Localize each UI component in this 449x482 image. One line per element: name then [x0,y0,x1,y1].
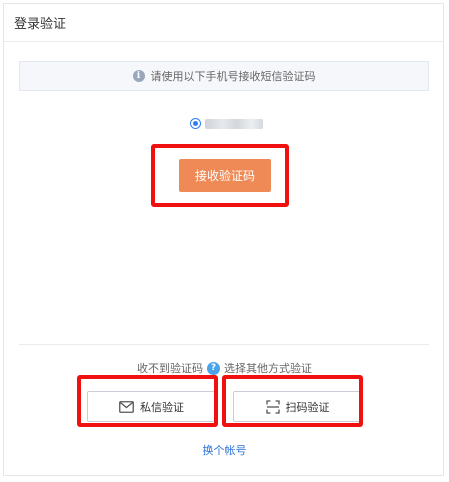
phone-radio[interactable] [190,118,201,129]
divider [19,344,429,345]
highlight-scan [222,375,363,427]
info-icon: i [132,70,145,82]
sms-notice-text: 请使用以下手机号接收短信验证码 [150,70,316,83]
switch-account-link[interactable]: 换个帐号 [4,442,443,458]
radio-dot [193,121,198,126]
no-code-text: 收不到验证码 [137,362,203,375]
dialog-title: 登录验证 [14,17,67,32]
help-icon[interactable]: ? [207,361,220,375]
masked-phone-number [205,118,263,129]
sms-notice: i 请使用以下手机号接收短信验证码 [19,61,429,91]
phone-option[interactable] [190,118,263,129]
highlight-private-message [77,375,218,427]
dialog-header: 登录验证 [4,4,443,42]
alternative-methods-prompt: 收不到验证码 ? 选择其他方式验证 [4,360,443,376]
highlight-receive-code [151,144,289,207]
choose-other-text: 选择其他方式验证 [224,362,312,375]
